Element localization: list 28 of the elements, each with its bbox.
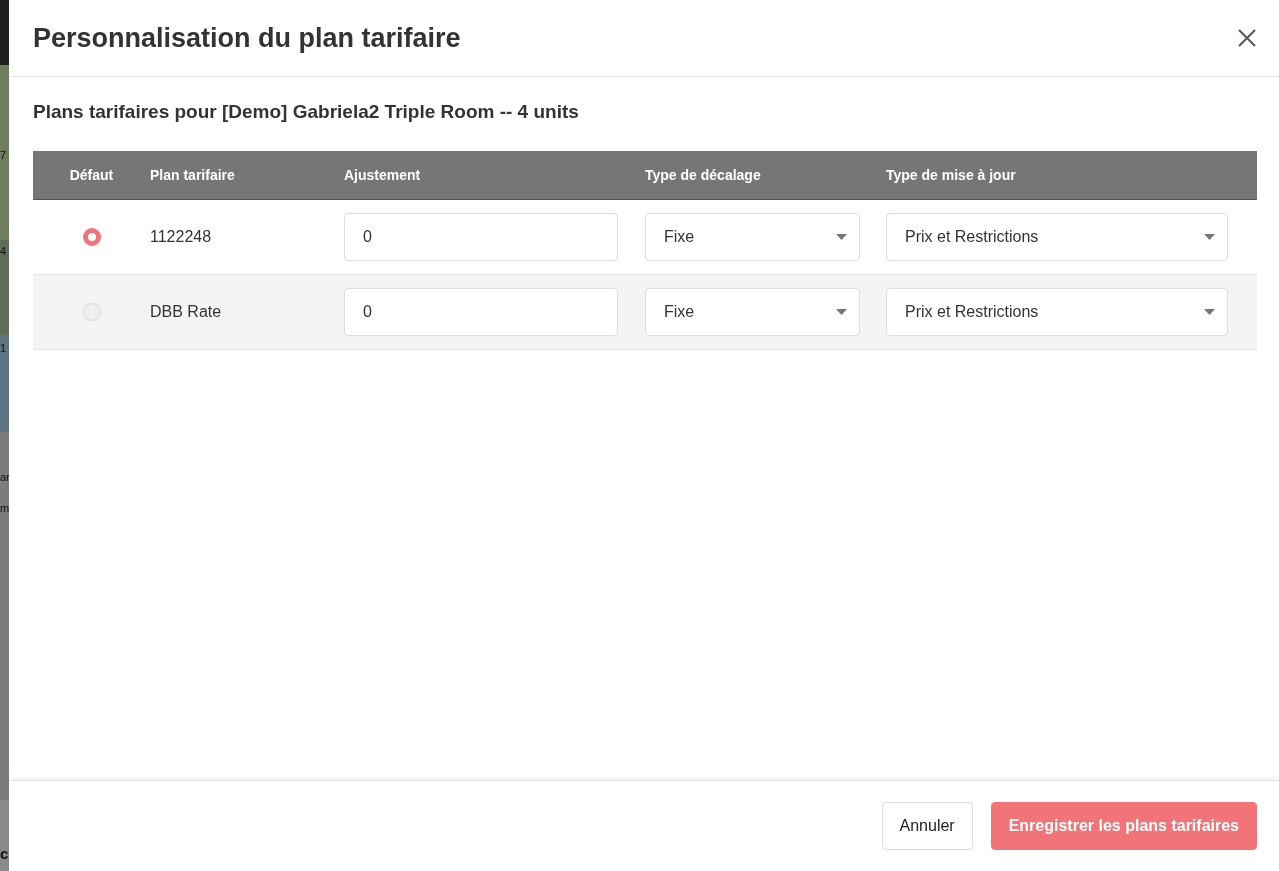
- input-field[interactable]: 0: [344, 288, 618, 336]
- radio-button[interactable]: [82, 228, 101, 246]
- caret-icon: [1204, 309, 1215, 315]
- caret-icon: [836, 309, 847, 315]
- dialog-title: Personnalisation du plan tarifaire: [33, 22, 462, 54]
- dialog-subtitle: Plans tarifaires pour [Demo] Gabriela2 Triple Room -- 4 units: [33, 101, 580, 123]
- column-header: Ajustement: [344, 167, 421, 183]
- column-header: Défaut: [69, 167, 114, 183]
- background-text: 4: [0, 246, 8, 257]
- input-field[interactable]: 0: [344, 213, 618, 261]
- background-text: ar: [0, 472, 9, 483]
- column-header: Type de décalage: [645, 167, 761, 183]
- background-text: 1: [0, 343, 8, 354]
- close-icon[interactable]: [1237, 28, 1257, 48]
- caret-icon: [1204, 234, 1215, 240]
- dropdown-field[interactable]: Fixe: [645, 288, 860, 336]
- background-text: 7: [0, 150, 8, 161]
- column-header: Plan tarifaire: [150, 167, 235, 183]
- background-text: m: [0, 503, 9, 514]
- cancel-button[interactable]: Annuler: [881, 802, 973, 850]
- dropdown-field[interactable]: Fixe: [645, 213, 860, 261]
- table-cell: DBB Rate: [150, 303, 222, 321]
- dropdown-field[interactable]: Prix et Restrictions: [886, 213, 1228, 261]
- background-text: c: [0, 846, 9, 861]
- caret-icon: [836, 234, 847, 240]
- column-header: Type de mise à jour: [886, 167, 1016, 183]
- dropdown-field[interactable]: Prix et Restrictions: [886, 288, 1228, 336]
- table-cell: 1122248: [150, 228, 212, 246]
